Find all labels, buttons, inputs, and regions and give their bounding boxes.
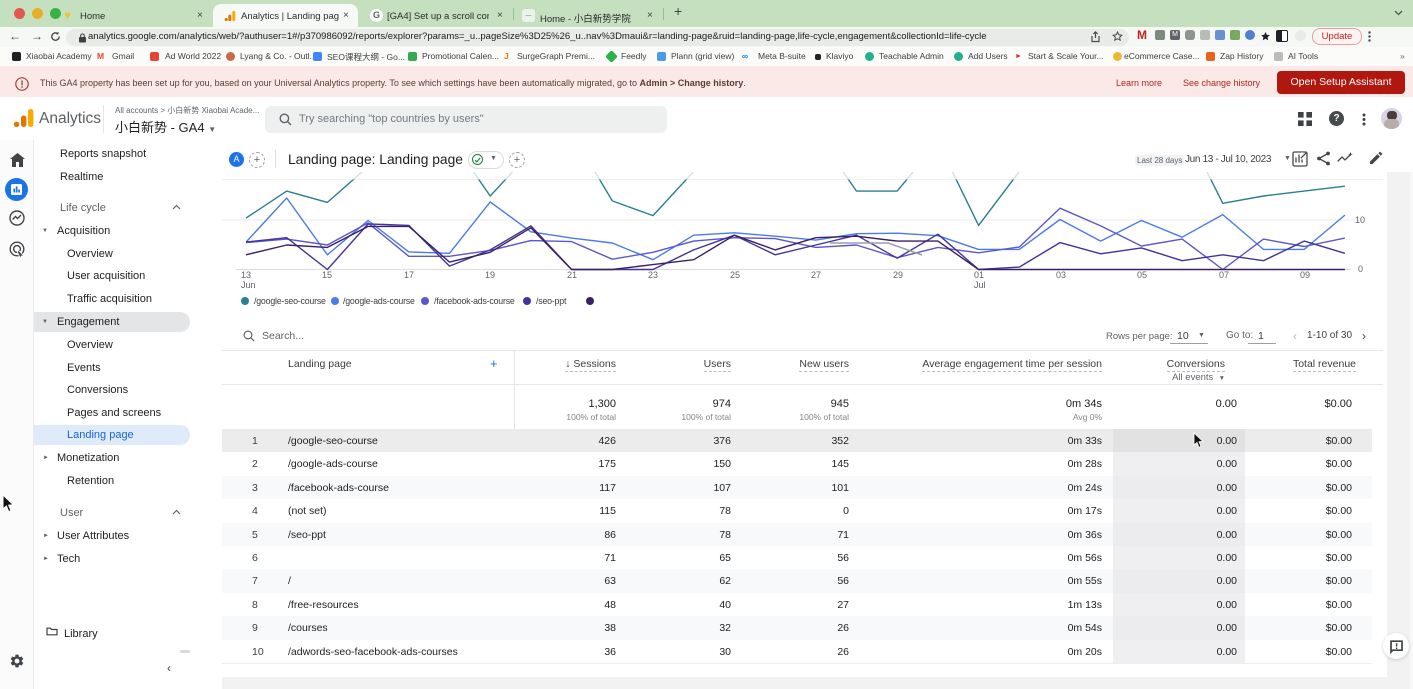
svg-text:09: 09 [1300,270,1310,280]
svg-text:15: 15 [322,270,332,280]
svg-text:23: 23 [648,270,658,280]
svg-text:27: 27 [811,270,821,280]
svg-text:13: 13 [241,270,251,280]
svg-text:Jun: Jun [241,280,256,290]
svg-text:07: 07 [1219,270,1229,280]
svg-text:29: 29 [893,270,903,280]
svg-text:03: 03 [1056,270,1066,280]
svg-text:21: 21 [567,270,577,280]
svg-text:01: 01 [974,270,984,280]
svg-text:17: 17 [404,270,414,280]
svg-text:05: 05 [1137,270,1147,280]
svg-text:25: 25 [730,270,740,280]
svg-text:19: 19 [485,270,495,280]
svg-text:Jul: Jul [974,280,986,290]
svg-text:10: 10 [1355,215,1365,225]
svg-text:0: 0 [1358,264,1363,274]
